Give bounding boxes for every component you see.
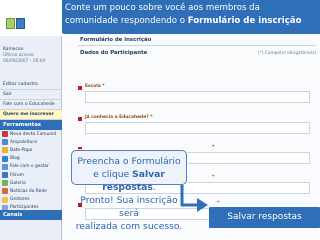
- chat-tool-icon: [2, 147, 8, 154]
- callout-line-2-suffix: .: [152, 182, 156, 193]
- tool-item-amplify[interactable]: Ampaleitura: [0, 138, 62, 146]
- required-field-label: *: [212, 175, 215, 180]
- contact-tool-icon: [2, 163, 8, 170]
- school-input[interactable]: [85, 91, 310, 103]
- tutorial-banner: Conte um pouco sobre você aos membros da…: [61, 0, 320, 34]
- banner-form-name: Formulário de inscrição: [187, 16, 302, 26]
- school-field-label: Escola *: [85, 84, 105, 89]
- banner-line-2: comunidade respondendo o Formulário de i…: [65, 15, 316, 28]
- required-marker-icon: [78, 86, 82, 90]
- gallery-tool-icon: [2, 180, 8, 187]
- join-link[interactable]: Quero me inscrever: [0, 110, 62, 120]
- community-tool-icon: [2, 131, 8, 138]
- logout-link[interactable]: Sair: [0, 90, 62, 100]
- knew-educahede-label: Já conhecia o Educahede? *: [85, 115, 153, 120]
- participant-data-heading: Dados do Participante: [80, 50, 148, 56]
- callout-line-2: e clique Salvar respostas.: [71, 168, 187, 194]
- callout-line-3: Pronto! Sua inscrição será: [80, 195, 178, 219]
- tool-item-managers[interactable]: Gestores: [0, 196, 62, 204]
- callout-line-2-prefix: e clique: [93, 169, 133, 180]
- contact-link[interactable]: Fale com o Educahede: [0, 100, 62, 110]
- required-field-label: *: [217, 201, 220, 206]
- banner-line-2-prefix: comunidade respondendo o: [65, 16, 188, 26]
- tool-item-new-community[interactable]: Nova devta Comunid: [0, 130, 62, 138]
- tool-item-gallery[interactable]: Galeria: [0, 179, 62, 187]
- callout-line-4: realizada com sucesso.: [75, 221, 183, 232]
- blue-logo-block-icon: [16, 18, 25, 29]
- tool-item-forum[interactable]: Fórum: [0, 171, 62, 179]
- title-divider: [78, 45, 316, 46]
- tool-item-blog[interactable]: Blog: [0, 155, 62, 163]
- user-profile: Kamecon Último acesso 06/09/2007 - 16:04: [3, 47, 59, 65]
- edit-profile-link[interactable]: Editar cadastro: [0, 80, 62, 90]
- required-fields-note: (*) Campo(s) obrigatório(s): [258, 51, 317, 56]
- account-menu: Editar cadastro Sair Fale com o Educahed…: [0, 80, 62, 120]
- required-marker-icon: [78, 117, 82, 121]
- forum-tool-icon: [2, 172, 8, 179]
- blog-tool-icon: [2, 155, 8, 162]
- sidebar: Kamecon Último acesso 06/09/2007 - 16:04…: [0, 0, 62, 240]
- pointer-arrow-icon: [180, 185, 208, 212]
- community-logo: [0, 0, 62, 36]
- reading-tool-icon: [2, 139, 8, 146]
- form-title: Formulário de inscrição: [80, 37, 152, 43]
- tools-header: Ferramentas: [0, 120, 62, 130]
- knew-educahede-input[interactable]: [85, 122, 310, 134]
- tool-item-news[interactable]: Notícias da Rede: [0, 187, 62, 195]
- save-answers-button[interactable]: Salvar respostas: [209, 207, 320, 228]
- managers-tool-icon: [2, 196, 8, 203]
- required-field-label: *: [212, 145, 215, 150]
- banner-line-1: Conte um pouco sobre você aos membros da: [65, 3, 260, 13]
- last-access-value: 06/09/2007 - 16:04: [3, 59, 46, 64]
- callout-line-1: Preencha o Formulário: [77, 156, 181, 167]
- tool-item-contact-manager[interactable]: Fale com o gestor: [0, 163, 62, 171]
- channels-header: Canais: [0, 210, 62, 220]
- news-tool-icon: [2, 188, 8, 195]
- tool-item-chat[interactable]: Bate-Papo: [0, 146, 62, 154]
- tools-list: Nova devta Comunid Ampaleitura Bate-Papo…: [0, 130, 62, 212]
- callout-text: Preencha o Formulário e clique Salvar re…: [71, 155, 187, 233]
- green-logo-block-icon: [6, 18, 15, 29]
